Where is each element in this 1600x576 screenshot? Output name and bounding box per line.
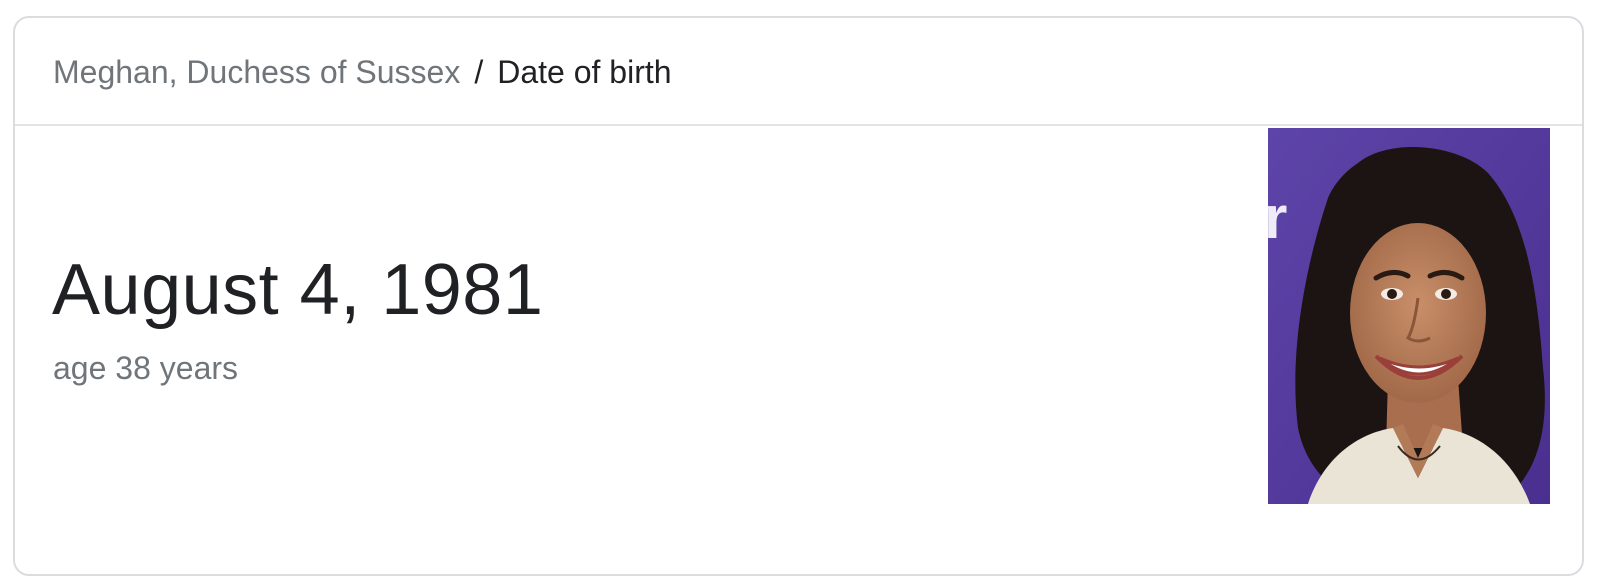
breadcrumb-attribute: Date of birth [497,54,672,90]
svg-text:r: r [1268,184,1287,251]
knowledge-card: Meghan, Duchess of Sussex / Date of birth … [13,16,1584,576]
portrait-image[interactable]: r [1268,128,1550,504]
portrait-illustration: r [1268,128,1550,504]
answer-age: age 38 years [53,350,239,386]
breadcrumb-entity-link[interactable]: Meghan, Duchess of Sussex [53,54,460,90]
answer-date: August 4, 1981 [52,250,544,330]
breadcrumb-separator: / [474,54,484,90]
card-header: Meghan, Duchess of Sussex / Date of birth [15,18,1582,126]
breadcrumb: Meghan, Duchess of Sussex / Date of birth [53,52,672,92]
